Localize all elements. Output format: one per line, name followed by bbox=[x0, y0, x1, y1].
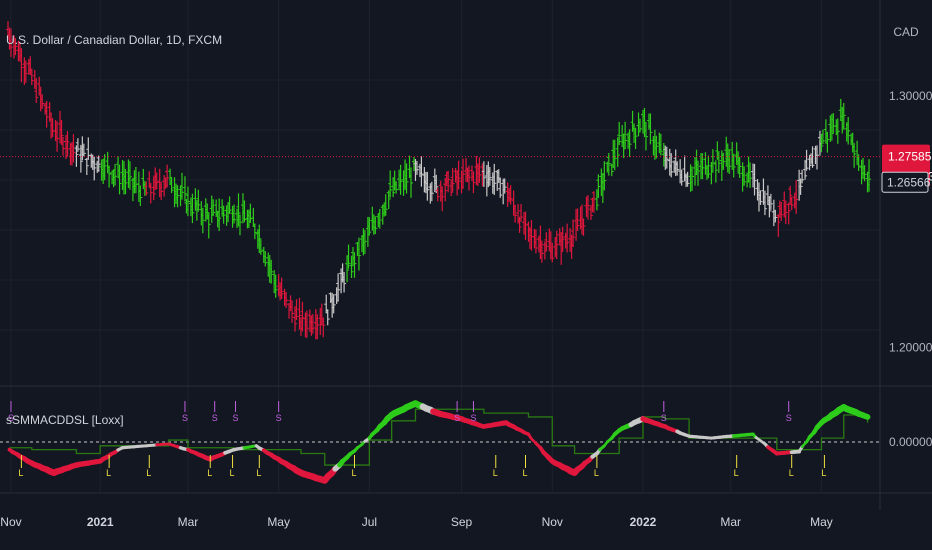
buy-marker-label: L bbox=[146, 468, 151, 478]
marker-price-value: 1.26566 bbox=[887, 175, 931, 189]
ohlc-bar bbox=[786, 202, 791, 225]
buy-marker-label: L bbox=[207, 468, 212, 478]
sell-marker-label: S bbox=[661, 413, 667, 423]
sell-marker-label: S bbox=[470, 413, 476, 423]
time-axis-label: 2022 bbox=[630, 515, 657, 529]
buy-markers bbox=[20, 455, 825, 468]
buy-marker-label: L bbox=[351, 468, 356, 478]
ohlc-bar bbox=[252, 223, 257, 240]
time-axis-label: Nov bbox=[542, 515, 563, 529]
time-axis-label: Sep bbox=[451, 515, 473, 529]
currency-label: CAD bbox=[893, 25, 919, 39]
time-axis-label: 2021 bbox=[87, 515, 114, 529]
price-axis-tick: 1.30000 bbox=[889, 89, 932, 103]
ohlc-bar bbox=[148, 182, 153, 204]
sell-marker-label: S bbox=[276, 413, 282, 423]
osc-axis-tick: 0.00000 bbox=[889, 435, 932, 449]
buy-marker-label: L bbox=[256, 468, 261, 478]
chart-title: U.S. Dollar / Canadian Dollar, 1D, FXCM bbox=[6, 33, 222, 47]
sell-marker-label: S bbox=[454, 413, 460, 423]
sell-marker-label: S bbox=[233, 413, 239, 423]
indicator-title: sSMMACDDSL [Loxx] bbox=[6, 413, 124, 427]
buy-marker-label: L bbox=[821, 468, 826, 478]
buy-marker-label: L bbox=[789, 468, 794, 478]
last-price-value: 1.27585 bbox=[888, 150, 932, 164]
grid bbox=[0, 0, 880, 492]
time-axis-label: Mar bbox=[178, 515, 199, 529]
sell-marker-label: S bbox=[182, 413, 188, 423]
time-axis-label: Jul bbox=[362, 515, 377, 529]
buy-marker-label: L bbox=[594, 468, 599, 478]
sell-marker-label: S bbox=[786, 413, 792, 423]
ohlc-bar bbox=[713, 160, 718, 183]
ohlc-bar bbox=[86, 137, 91, 160]
buy-marker-label: L bbox=[106, 468, 111, 478]
time-axis-label: May bbox=[810, 515, 833, 529]
time-axis-label: Nov bbox=[0, 515, 21, 529]
buy-marker-label: L bbox=[493, 468, 498, 478]
macd-segment bbox=[860, 412, 871, 420]
chart-canvas[interactable]: Nov 2021 Mar May Jul Sep Nov 2022 Mar May L L L L L L L L… bbox=[0, 0, 932, 550]
buy-marker-label: L bbox=[18, 468, 23, 478]
ohlc-bar bbox=[84, 157, 89, 175]
price-axis-tick: 1.20000 bbox=[889, 340, 932, 354]
time-axis-label: Mar bbox=[720, 515, 741, 529]
sell-marker-label: S bbox=[212, 413, 218, 423]
buy-marker-label: L bbox=[523, 468, 528, 478]
buy-marker-label: L bbox=[230, 468, 235, 478]
time-axis-label: May bbox=[267, 515, 290, 529]
buy-marker-label: L bbox=[734, 468, 739, 478]
